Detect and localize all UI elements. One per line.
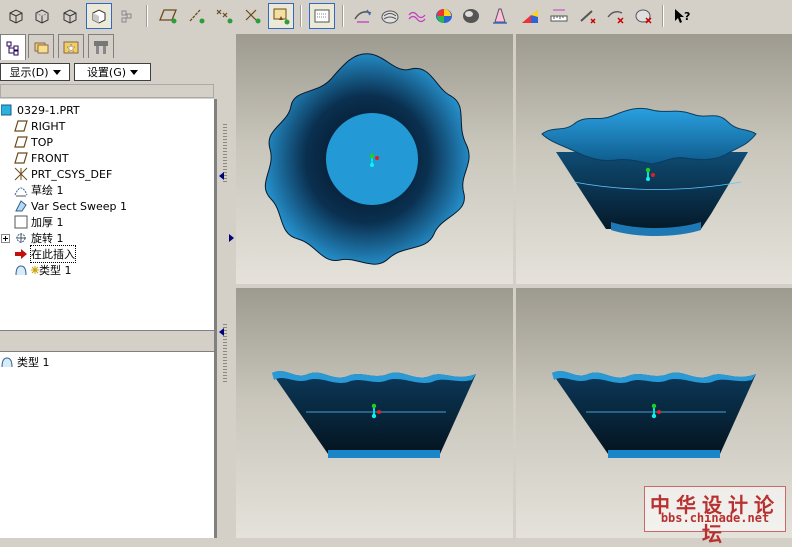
curvature-icon[interactable] <box>405 4 429 28</box>
tree-item-label: 在此插入 <box>30 245 76 263</box>
tree-item-sketch[interactable]: 草绘 1 <box>14 182 64 198</box>
tree-item-insert-here[interactable]: 在此插入 <box>14 245 76 263</box>
slope-analysis-icon[interactable] <box>518 4 542 28</box>
reflection-analysis-icon[interactable] <box>378 4 402 28</box>
bowl-base <box>328 450 440 458</box>
tree-item-label: 旋转 1 <box>31 232 64 245</box>
datum-axis-display-icon[interactable] <box>184 4 208 28</box>
bowl-base <box>608 450 720 458</box>
navigator-sash[interactable] <box>217 32 234 538</box>
navigator-tabs <box>0 32 217 60</box>
csys-icon <box>14 167 28 181</box>
collapse-left-icon[interactable] <box>219 172 224 180</box>
whats-this-help-icon[interactable]: ? <box>670 4 694 28</box>
sub-tree: 类型 1 <box>0 352 214 538</box>
tree-item-part[interactable]: 0329-1.PRT <box>0 102 80 118</box>
hide-analysis-icon[interactable] <box>604 4 628 28</box>
pattern-icon <box>14 263 28 277</box>
sketch-icon <box>14 183 28 197</box>
viewport-top-view[interactable] <box>236 34 513 284</box>
tree-item-csys[interactable]: PRT_CSYS_DEF <box>14 166 112 182</box>
expand-plus-icon[interactable] <box>0 231 10 245</box>
shade-analysis-icon[interactable] <box>459 4 483 28</box>
tree-item-label: 类型 1 <box>17 356 50 369</box>
tree-item-label: TOP <box>31 135 54 149</box>
settings-menu-label: 设置(G) <box>86 66 127 79</box>
chevron-down-icon <box>52 69 61 75</box>
tree-item-label: 0329-1.PRT <box>17 103 80 117</box>
pattern-star-icon <box>31 263 39 277</box>
part-icon <box>0 103 14 117</box>
tree-item-pattern[interactable]: 类型 1 <box>14 262 72 278</box>
viewport-front-view[interactable] <box>236 288 513 538</box>
tree-item-label: FRONT <box>31 151 69 165</box>
tree-item-var-sect-sweep[interactable]: Var Sect Sweep 1 <box>14 198 127 214</box>
tree-item-revolve[interactable]: 旋转 1 <box>0 230 64 246</box>
favorites-tab[interactable] <box>58 34 84 58</box>
svg-text:?: ? <box>684 10 690 23</box>
sub-tree-item-pattern[interactable]: 类型 1 <box>0 354 50 370</box>
thicken-icon <box>14 215 28 229</box>
tree-item-label: 草绘 1 <box>31 184 64 197</box>
remove-display-icon[interactable] <box>632 4 656 28</box>
insert-here-icon <box>14 247 28 261</box>
navigator-menubar: 显示(D) 设置(G) <box>0 62 217 84</box>
view-options-icon[interactable] <box>116 4 136 28</box>
collapse-left-icon[interactable] <box>219 328 224 336</box>
model-tree-tab[interactable] <box>0 34 26 60</box>
tree-item-right[interactable]: RIGHT <box>14 118 65 134</box>
datum-plane-display-icon[interactable] <box>156 4 180 28</box>
surface-analysis-icon[interactable] <box>351 4 375 28</box>
navigator-panel: 显示(D) 设置(G) 0329-1.PRT RIGHT TOP FRONT P… <box>0 32 217 538</box>
color-map-icon[interactable] <box>432 4 456 28</box>
view-hidden-line-icon[interactable] <box>30 4 54 28</box>
settings-menu-button[interactable]: 设置(G) <box>74 63 151 81</box>
graphics-area: 中华设计论坛 bbs.chinade.net <box>234 32 792 546</box>
sweep-icon <box>14 199 28 213</box>
draft-analysis-icon[interactable] <box>488 4 512 28</box>
datum-plane-icon <box>14 119 28 133</box>
viewport-iso-view[interactable] <box>516 34 792 284</box>
measure-icon[interactable] <box>547 4 571 28</box>
view-wireframe-icon[interactable] <box>58 4 82 28</box>
view-shaded-icon[interactable] <box>86 3 112 29</box>
toolbar-separator <box>300 5 302 27</box>
model-tree: 0329-1.PRT RIGHT TOP FRONT PRT_CSYS_DEF … <box>0 99 214 330</box>
toolbar-separator <box>662 5 664 27</box>
pattern-icon <box>0 355 14 369</box>
main-toolbar: ? <box>0 0 792 33</box>
tree-item-thicken[interactable]: 加厚 1 <box>14 214 64 230</box>
display-menu-button[interactable]: 显示(D) <box>0 63 70 81</box>
view-no-hidden-icon[interactable] <box>4 4 28 28</box>
tree-column-header <box>0 84 214 98</box>
tree-item-front[interactable]: FRONT <box>14 150 69 166</box>
watermark-url: bbs.chinade.net <box>660 511 770 525</box>
csys-display-icon[interactable] <box>240 4 264 28</box>
toolbar-separator <box>146 5 148 27</box>
connections-tab[interactable] <box>88 34 114 58</box>
folder-browser-tab[interactable] <box>28 34 54 58</box>
revolve-icon <box>14 231 28 245</box>
datum-plane-icon <box>14 151 28 165</box>
layer-view-icon[interactable] <box>309 3 335 29</box>
delete-analysis-icon[interactable] <box>576 4 600 28</box>
chevron-down-icon <box>130 69 139 75</box>
tree-item-label: RIGHT <box>31 119 66 133</box>
datum-plane-icon <box>14 135 28 149</box>
toolbar-separator <box>342 5 344 27</box>
watermark: 中华设计论坛 bbs.chinade.net <box>644 486 786 546</box>
tree-item-label: PRT_CSYS_DEF <box>31 167 113 181</box>
tree-item-label: Var Sect Sweep 1 <box>31 199 128 213</box>
panel-divider[interactable] <box>0 330 214 352</box>
tree-item-label: 类型 1 <box>39 264 72 277</box>
point-display-icon[interactable] <box>212 4 236 28</box>
tree-item-top[interactable]: TOP <box>14 134 53 150</box>
display-menu-label: 显示(D) <box>9 66 49 79</box>
tree-item-label: 加厚 1 <box>31 216 64 229</box>
annotation-display-icon[interactable] <box>268 3 294 29</box>
